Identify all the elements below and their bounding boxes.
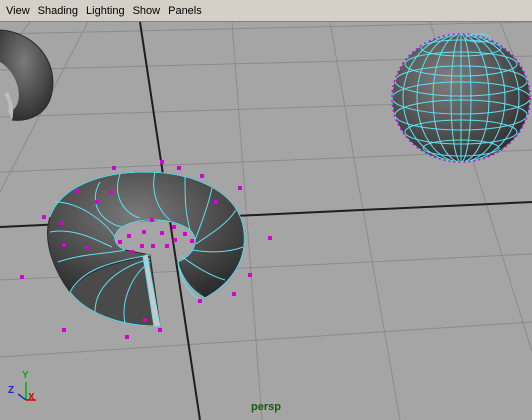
panel-menubar: View Shading Lighting Show Panels [0, 0, 532, 22]
axis-y-label: Y [22, 370, 29, 381]
partial-torus-object[interactable] [0, 29, 54, 121]
viewport-canvas[interactable] [0, 22, 532, 420]
torus-object[interactable] [20, 160, 272, 339]
menu-view[interactable]: View [2, 2, 34, 20]
axis-z-label: Z [8, 385, 15, 396]
perspective-viewport[interactable]: Y X Z persp [0, 22, 532, 420]
camera-name-label: persp [251, 401, 281, 413]
menu-show[interactable]: Show [129, 2, 165, 20]
model-panel: View Shading Lighting Show Panels Y X Z … [0, 0, 532, 420]
menu-panels[interactable]: Panels [164, 2, 206, 20]
sphere-object[interactable] [391, 32, 531, 164]
menu-lighting[interactable]: Lighting [82, 2, 129, 20]
menu-shading[interactable]: Shading [34, 2, 82, 20]
